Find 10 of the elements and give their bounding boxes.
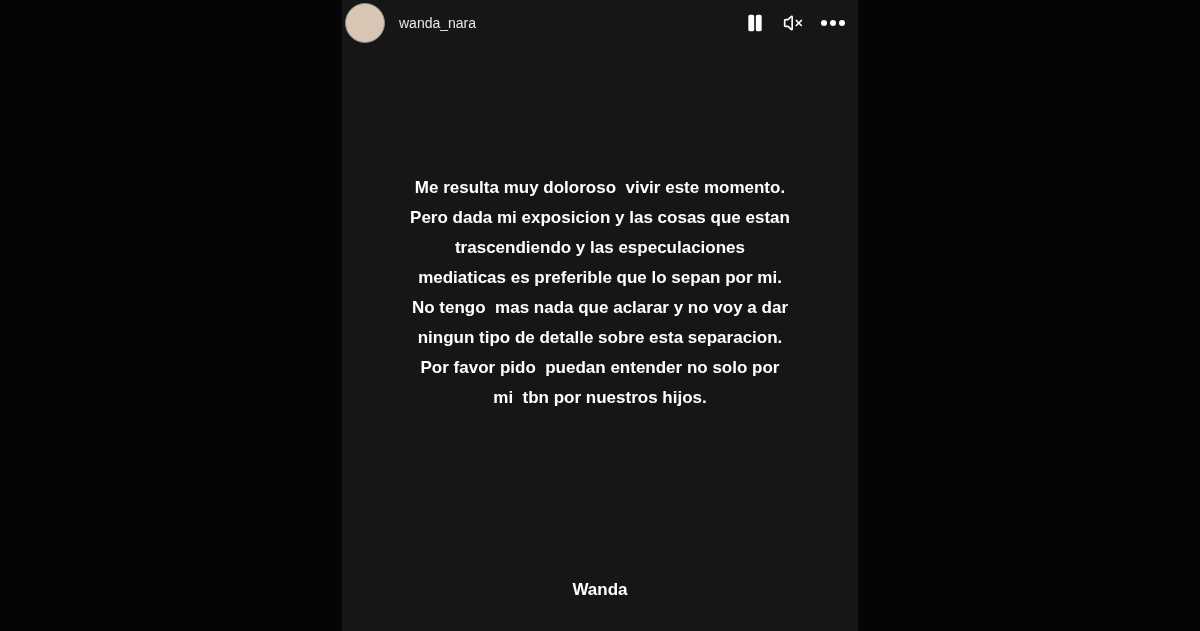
more-options-button[interactable] <box>821 20 845 26</box>
story-message: Me resulta muy doloroso vivir este momento. Pero dada mi exposicion y las cosas que estan trascendiendo y las especulaciones mediaticas es preferible que lo sepan por mi. No tengo mas nada que aclarar y no voy a dar ningun tipo de detalle sobre esta separacion. Por favor pido puedan entender no solo por mi tbn por nuestros hijos. <box>409 177 791 409</box>
muted-speaker-icon <box>783 13 803 33</box>
more-options-icon <box>821 20 845 26</box>
pause-button[interactable] <box>745 13 765 33</box>
username[interactable]: wanda_nara <box>399 12 477 34</box>
mute-button[interactable] <box>783 13 803 33</box>
pause-icon <box>745 13 765 33</box>
avatar[interactable] <box>345 3 385 43</box>
signature: Wanda <box>571 578 629 601</box>
